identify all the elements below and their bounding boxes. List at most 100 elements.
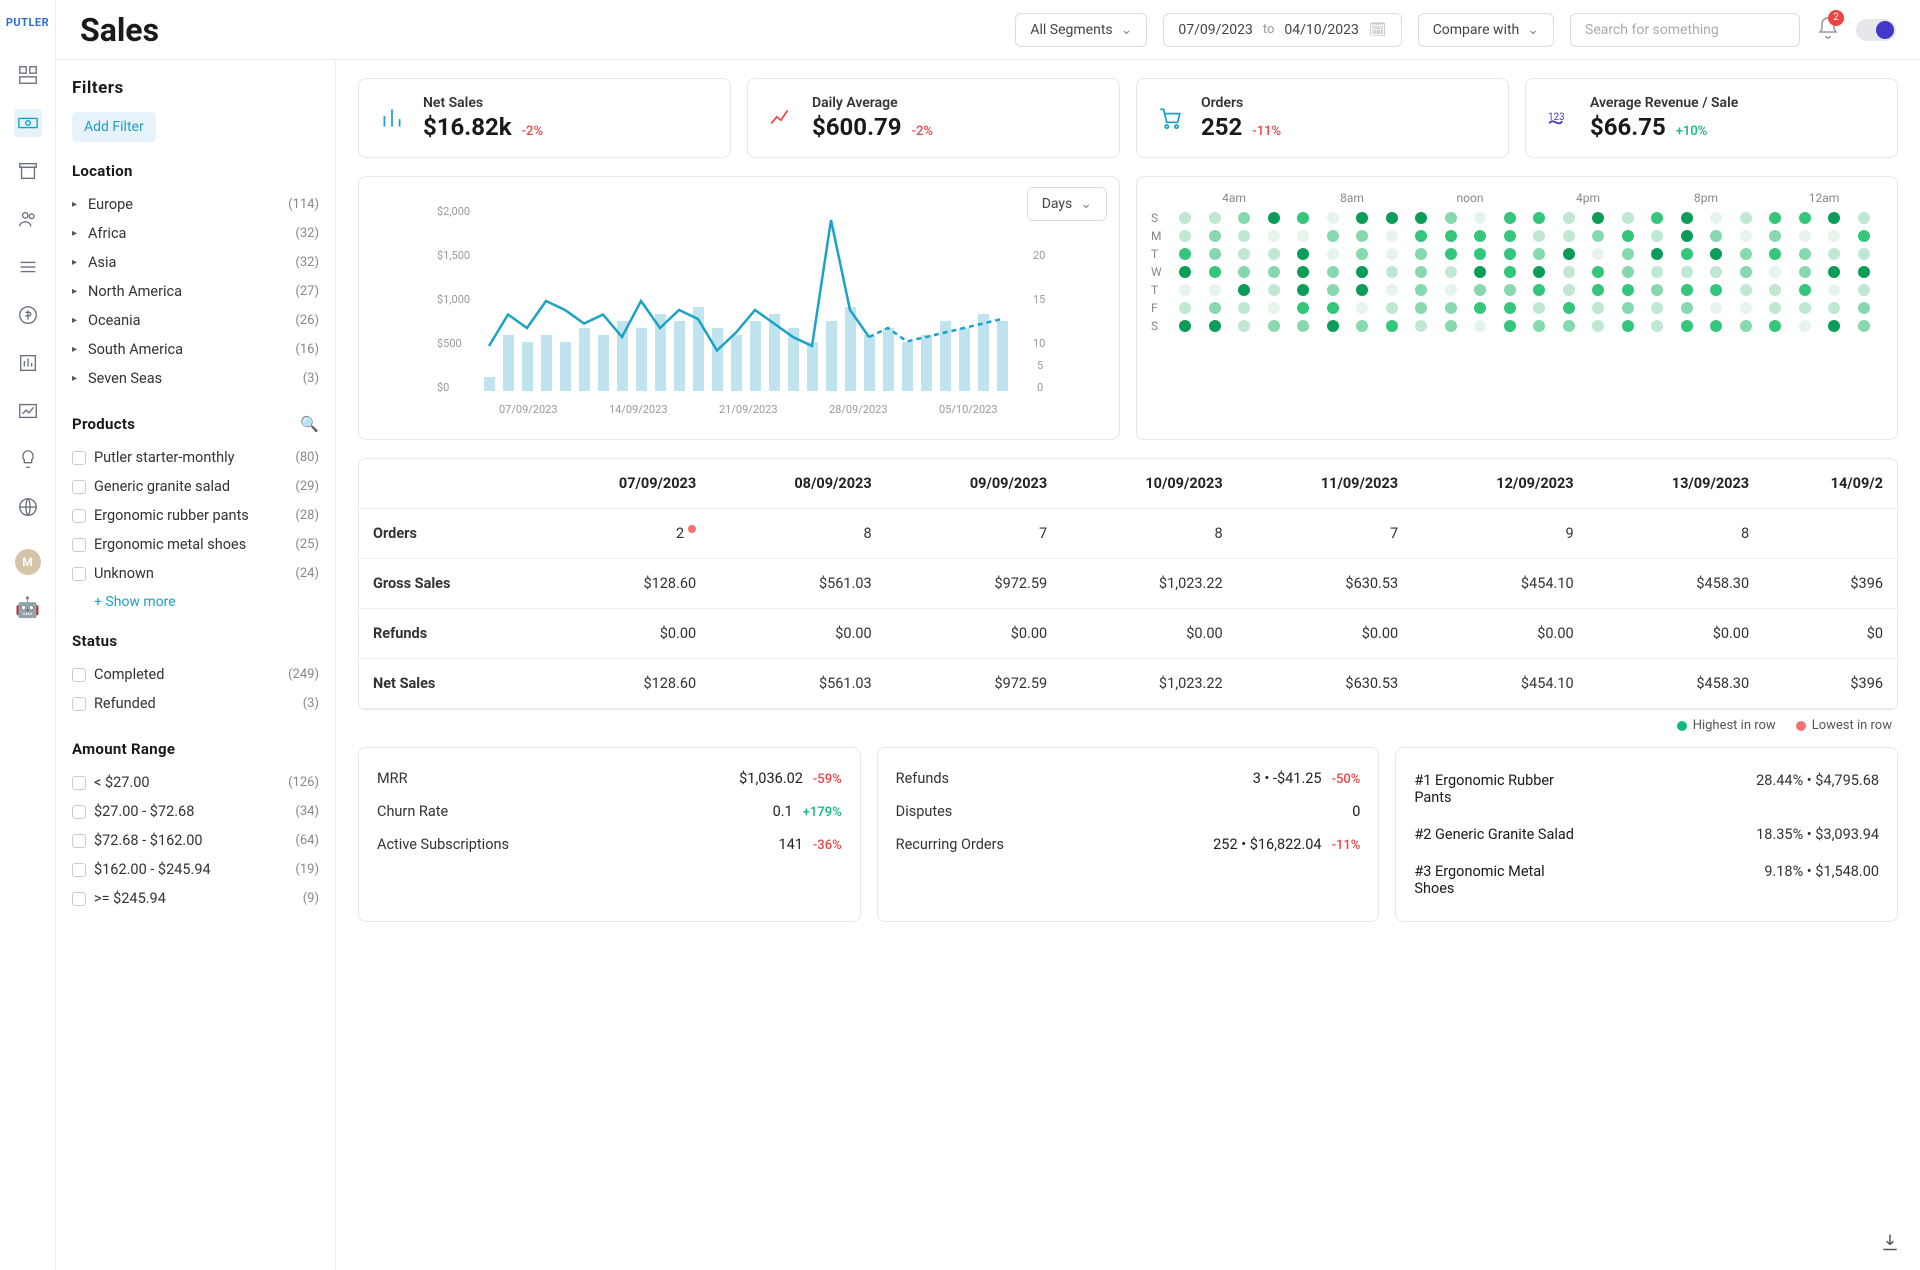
heatmap-cell[interactable] [1268, 284, 1280, 296]
heatmap-cell[interactable] [1445, 212, 1457, 224]
nav-refund-icon[interactable] [14, 301, 42, 329]
heatmap-cell[interactable] [1681, 212, 1693, 224]
nav-trend-icon[interactable] [14, 397, 42, 425]
checkbox[interactable] [72, 834, 86, 848]
search-input[interactable] [1570, 13, 1800, 47]
heatmap-cell[interactable] [1592, 302, 1604, 314]
checkbox[interactable] [72, 892, 86, 906]
heatmap-cell[interactable] [1828, 302, 1840, 314]
filter-row[interactable]: $162.00 - $245.94(19) [72, 855, 319, 884]
filter-row[interactable]: Refunded(3) [72, 689, 319, 718]
heatmap-cell[interactable] [1858, 320, 1870, 332]
chart-range-select[interactable]: Days⌄ [1027, 187, 1107, 221]
heatmap-cell[interactable] [1858, 212, 1870, 224]
heatmap-cell[interactable] [1592, 320, 1604, 332]
heatmap-cell[interactable] [1386, 230, 1398, 242]
heatmap-cell[interactable] [1799, 248, 1811, 260]
heatmap-cell[interactable] [1356, 284, 1368, 296]
heatmap-cell[interactable] [1592, 212, 1604, 224]
heatmap-cell[interactable] [1268, 248, 1280, 260]
filter-row[interactable]: Unknown(24) [72, 559, 319, 588]
heatmap-cell[interactable] [1415, 248, 1427, 260]
heatmap-cell[interactable] [1445, 266, 1457, 278]
heatmap-cell[interactable] [1799, 266, 1811, 278]
heatmap-cell[interactable] [1622, 212, 1634, 224]
heatmap-cell[interactable] [1238, 302, 1250, 314]
heatmap-cell[interactable] [1592, 230, 1604, 242]
checkbox[interactable] [72, 480, 86, 494]
heatmap-cell[interactable] [1445, 248, 1457, 260]
heatmap-cell[interactable] [1504, 284, 1516, 296]
heatmap-cell[interactable] [1504, 320, 1516, 332]
heatmap-cell[interactable] [1179, 248, 1191, 260]
kpi-card[interactable]: Orders 252-11% [1136, 78, 1509, 158]
heatmap-cell[interactable] [1504, 302, 1516, 314]
heatmap-cell[interactable] [1415, 212, 1427, 224]
notifications-button[interactable]: 2 [1816, 16, 1840, 44]
filter-row[interactable]: ▸Asia(32) [72, 248, 319, 277]
heatmap-cell[interactable] [1651, 230, 1663, 242]
show-more-link[interactable]: + Show more [72, 588, 319, 610]
heatmap-cell[interactable] [1563, 248, 1575, 260]
heatmap-cell[interactable] [1179, 284, 1191, 296]
checkbox[interactable] [72, 776, 86, 790]
heatmap-cell[interactable] [1710, 212, 1722, 224]
heatmap-cell[interactable] [1386, 320, 1398, 332]
checkbox[interactable] [72, 509, 86, 523]
heatmap-cell[interactable] [1710, 230, 1722, 242]
heatmap-cell[interactable] [1740, 302, 1752, 314]
heatmap-cell[interactable] [1356, 302, 1368, 314]
heatmap-cell[interactable] [1386, 266, 1398, 278]
heatmap-cell[interactable] [1445, 320, 1457, 332]
heatmap-cell[interactable] [1533, 230, 1545, 242]
heatmap-cell[interactable] [1740, 248, 1752, 260]
heatmap-cell[interactable] [1681, 302, 1693, 314]
filter-row[interactable]: $27.00 - $72.68(34) [72, 797, 319, 826]
theme-toggle[interactable] [1856, 19, 1896, 41]
heatmap-cell[interactable] [1533, 320, 1545, 332]
compare-select[interactable]: Compare with⌄ [1418, 13, 1554, 47]
heatmap-cell[interactable] [1179, 266, 1191, 278]
nav-list-icon[interactable] [14, 253, 42, 281]
nav-customers-icon[interactable] [14, 205, 42, 233]
heatmap-cell[interactable] [1828, 212, 1840, 224]
filter-row[interactable]: ▸Seven Seas(3) [72, 364, 319, 393]
heatmap-cell[interactable] [1297, 302, 1309, 314]
heatmap-cell[interactable] [1651, 320, 1663, 332]
heatmap-cell[interactable] [1533, 266, 1545, 278]
heatmap-cell[interactable] [1297, 248, 1309, 260]
heatmap-cell[interactable] [1828, 320, 1840, 332]
heatmap-cell[interactable] [1268, 302, 1280, 314]
checkbox[interactable] [72, 697, 86, 711]
heatmap-cell[interactable] [1297, 230, 1309, 242]
heatmap-cell[interactable] [1799, 320, 1811, 332]
checkbox[interactable] [72, 863, 86, 877]
heatmap-cell[interactable] [1828, 266, 1840, 278]
heatmap-cell[interactable] [1592, 284, 1604, 296]
heatmap-cell[interactable] [1563, 212, 1575, 224]
heatmap-cell[interactable] [1327, 230, 1339, 242]
checkbox[interactable] [72, 567, 86, 581]
heatmap-cell[interactable] [1858, 302, 1870, 314]
heatmap-cell[interactable] [1445, 302, 1457, 314]
heatmap-cell[interactable] [1209, 212, 1221, 224]
heatmap-cell[interactable] [1297, 212, 1309, 224]
heatmap-cell[interactable] [1474, 302, 1486, 314]
filter-row[interactable]: Completed(249) [72, 660, 319, 689]
heatmap-cell[interactable] [1238, 284, 1250, 296]
heatmap-cell[interactable] [1769, 320, 1781, 332]
filter-row[interactable]: ▸North America(27) [72, 277, 319, 306]
kpi-card[interactable]: Daily Average $600.79-2% [747, 78, 1120, 158]
heatmap-cell[interactable] [1622, 230, 1634, 242]
heatmap-cell[interactable] [1592, 266, 1604, 278]
heatmap-cell[interactable] [1504, 266, 1516, 278]
heatmap-cell[interactable] [1858, 266, 1870, 278]
checkbox[interactable] [72, 451, 86, 465]
heatmap-cell[interactable] [1356, 230, 1368, 242]
heatmap-cell[interactable] [1769, 266, 1781, 278]
filter-row[interactable]: < $27.00(126) [72, 768, 319, 797]
heatmap-cell[interactable] [1651, 266, 1663, 278]
heatmap-cell[interactable] [1474, 230, 1486, 242]
heatmap-cell[interactable] [1386, 302, 1398, 314]
heatmap-cell[interactable] [1386, 248, 1398, 260]
